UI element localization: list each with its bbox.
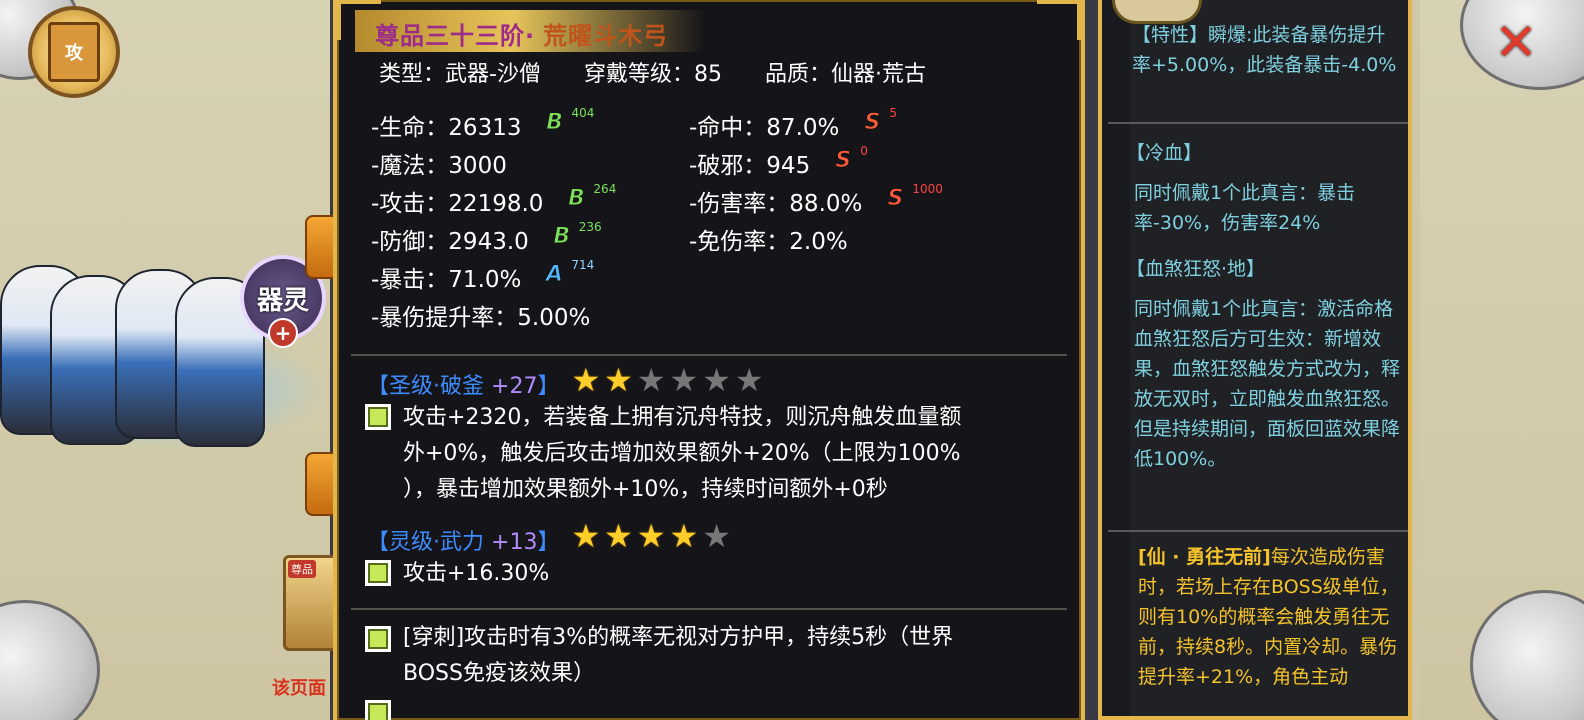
rank-s-badge-icon: S bbox=[864, 110, 881, 136]
item-level: 穿戴等级：85 bbox=[583, 62, 722, 87]
stat-right-3: -免伤率：2.0% bbox=[689, 229, 848, 255]
section-divider bbox=[351, 608, 1067, 610]
qiling-plus-label: + bbox=[274, 321, 292, 345]
item-grade-tag: 尊品 bbox=[288, 560, 316, 578]
rank-b-badge-icon: B bbox=[546, 110, 564, 136]
equipment-item-card[interactable]: 尊品 bbox=[283, 555, 339, 651]
enchant-level: +13 bbox=[484, 530, 538, 555]
enchant-name: 圣级·破釜 bbox=[389, 374, 485, 399]
equipment-tooltip-panel: 尊品三十三阶· 荒曜斗木弓 类型：武器-沙僧 穿戴等级：85 品质：仙器·荒古 -… bbox=[333, 0, 1085, 720]
stat-left-2: -攻击：22198.0 bbox=[371, 191, 544, 217]
star-icon: ★ bbox=[702, 517, 731, 555]
xuesha-text: 同时佩戴1个此真言：激活命格血煞狂怒后方可生效：新增效果，血煞狂怒触发方式改为，… bbox=[1134, 298, 1401, 470]
stat-left-3: -防御：2943.0 bbox=[371, 229, 529, 255]
rank-s-badge-icon: S bbox=[835, 148, 852, 174]
panel-divider bbox=[1108, 530, 1408, 532]
stat-right-2: -伤害率：88.0% bbox=[689, 191, 863, 217]
top-ornament-icon bbox=[1112, 0, 1202, 24]
stat-right-1: -破邪：945 bbox=[689, 153, 811, 179]
checkbox-icon bbox=[365, 560, 391, 586]
stat-bonus: 264 bbox=[593, 182, 617, 196]
enchant-header: 【灵级·武力 +13】 bbox=[367, 524, 559, 556]
book-icon: 攻 bbox=[48, 22, 100, 82]
stat-right-0: -命中：87.0% bbox=[689, 115, 840, 141]
stat-left-5: -暴伤提升率：5.00% bbox=[371, 305, 591, 331]
lengxue-text: 同时佩戴1个此真言：暴击率-30%，伤害率24% bbox=[1134, 182, 1356, 234]
close-icon: ✕ bbox=[1494, 13, 1538, 73]
item-meta: 类型：武器-沙僧 穿戴等级：85 品质：仙器·荒古 bbox=[379, 56, 962, 88]
stat-bonus: 1000 bbox=[912, 182, 943, 196]
immortal-skill: [仙 · 勇往无前]每次造成伤害时，若场上存在BOSS级单位，则有10%的概率会… bbox=[1138, 542, 1400, 692]
rank-b-badge-icon: B bbox=[568, 186, 586, 212]
trait-text: 【特性】瞬爆:此装备暴伤提升率+5.00%，此装备暴击-4.0% bbox=[1132, 24, 1397, 76]
item-name: 荒曜斗木弓 bbox=[543, 22, 669, 50]
enchant-name: 灵级·武力 bbox=[389, 530, 485, 555]
bracket-open: 【 bbox=[367, 374, 390, 399]
star-icon: ★ bbox=[636, 361, 666, 399]
page-note: 该页面 bbox=[272, 678, 326, 699]
section-divider bbox=[351, 354, 1067, 356]
stat-bonus: 236 bbox=[578, 220, 602, 234]
skill-effect-line: [穿刺]攻击时有3%的概率无视对方护甲，持续5秒（世界 bbox=[403, 625, 954, 650]
star-rating: ★ ★ ★ ★ ★ ★ bbox=[571, 364, 763, 396]
star-rating: ★ ★ ★ ★ ★ bbox=[571, 520, 730, 552]
bracket-open: 【 bbox=[367, 530, 390, 555]
star-icon: ★ bbox=[636, 517, 666, 555]
stat-bonus: 5 bbox=[889, 106, 898, 120]
close-button[interactable]: ✕ bbox=[1492, 17, 1540, 69]
checkbox-icon bbox=[365, 700, 391, 720]
attack-book-button[interactable]: 攻 bbox=[28, 6, 120, 98]
corner-ornament-right bbox=[1037, 0, 1081, 40]
set-effect-panel: 【特性】瞬爆:此装备暴伤提升率+5.00%，此装备暴击-4.0% 【冷血】 同时… bbox=[1098, 0, 1412, 720]
star-icon: ★ bbox=[604, 517, 633, 555]
stat-bonus: 0 bbox=[860, 144, 868, 158]
checkbox-icon bbox=[365, 404, 391, 430]
bracket-close: 】 bbox=[537, 374, 560, 399]
item-grade: 尊品三十三阶 bbox=[375, 22, 525, 50]
star-icon: ★ bbox=[669, 361, 699, 399]
enchant-header: 【圣级·破釜 +27】 bbox=[367, 368, 559, 400]
star-icon: ★ bbox=[604, 361, 633, 399]
stat-left-4: -暴击：71.0% bbox=[371, 267, 522, 293]
star-icon: ★ bbox=[669, 517, 699, 555]
item-title: 尊品三十三阶· 荒曜斗木弓 bbox=[375, 16, 668, 51]
immortal-skill-title: [仙 · 勇往无前] bbox=[1138, 546, 1271, 568]
stat-bonus: 404 bbox=[571, 106, 595, 120]
star-icon: ★ bbox=[702, 361, 731, 399]
qiling-add-button[interactable]: + bbox=[268, 318, 298, 348]
stat-left-0: -生命：26313 bbox=[371, 115, 522, 141]
rank-a-badge-icon: A bbox=[545, 262, 563, 288]
enchant-effect-line: 攻击+2320，若装备上拥有沉舟特技，则沉舟触发血量额 bbox=[403, 405, 962, 430]
qiling-label: 器灵 bbox=[256, 285, 309, 316]
item-type: 类型：武器-沙僧 bbox=[379, 62, 541, 87]
xuesha-title: 【血煞狂怒·地】 bbox=[1126, 258, 1266, 280]
item-quality: 品质：仙器·荒古 bbox=[764, 62, 926, 87]
bracket-close: 】 bbox=[537, 530, 560, 555]
rank-s-badge-icon: S bbox=[887, 186, 904, 212]
enchant-effect-line: 外+0%，触发后攻击增加效果额外+20%（上限为100% bbox=[403, 441, 961, 466]
enchant-level: +27 bbox=[484, 374, 538, 399]
book-label: 攻 bbox=[65, 43, 83, 64]
enchant-effect-line: 攻击+16.30% bbox=[403, 561, 550, 586]
panel-divider bbox=[1108, 122, 1408, 124]
lengxue-title: 【冷血】 bbox=[1126, 142, 1203, 164]
star-icon: ★ bbox=[571, 361, 601, 399]
star-icon: ★ bbox=[571, 517, 601, 555]
title-separator: · bbox=[525, 22, 536, 50]
stat-bonus: 714 bbox=[571, 258, 595, 272]
enchant-effect-line: ），暴击增加效果额外+10%，持续时间额外+0秒 bbox=[403, 477, 888, 502]
stat-left-1: -魔法：3000 bbox=[371, 153, 507, 179]
star-icon: ★ bbox=[734, 361, 764, 399]
rank-b-badge-icon: B bbox=[553, 224, 571, 250]
skill-effect-line: BOSS免疫该效果） bbox=[403, 661, 595, 686]
checkbox-icon bbox=[365, 626, 391, 652]
